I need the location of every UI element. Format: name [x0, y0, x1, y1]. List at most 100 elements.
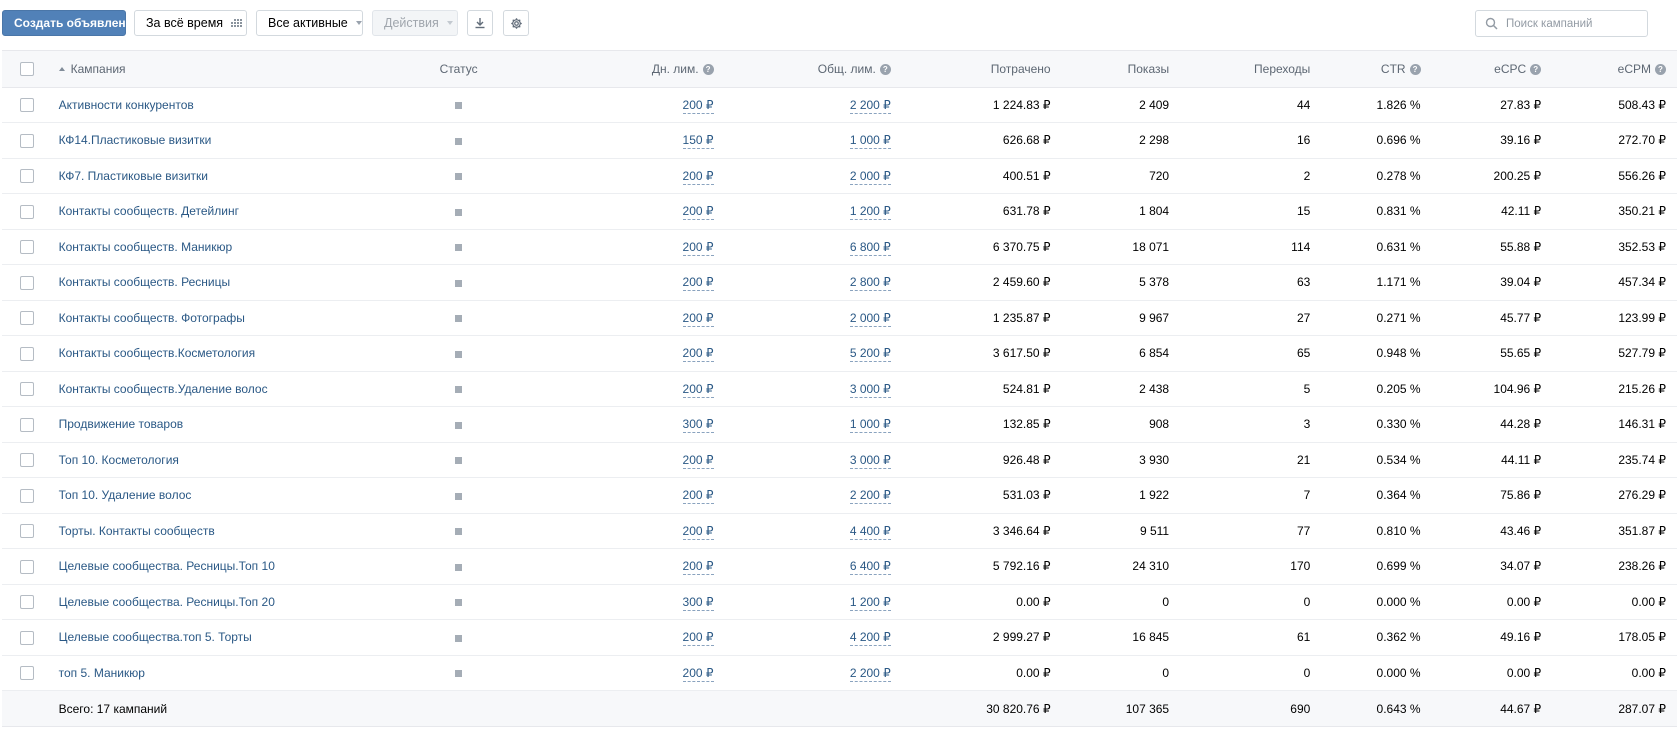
- header-ctr[interactable]: CTR?: [1321, 51, 1432, 88]
- campaign-name[interactable]: Топ 10. Удаление волос: [56, 477, 397, 514]
- daily-limit-link[interactable]: 200 ₽: [682, 239, 714, 256]
- help-icon[interactable]: ?: [879, 63, 891, 75]
- period-selector[interactable]: За всё время: [134, 10, 247, 36]
- campaign-name[interactable]: Контакты сообществ. Детейлинг: [56, 193, 397, 230]
- header-impressions[interactable]: Показы: [1061, 51, 1181, 88]
- daily-limit-link[interactable]: 200 ₽: [682, 204, 714, 221]
- total-limit-link[interactable]: 5 200 ₽: [849, 346, 891, 363]
- campaign-name[interactable]: Контакты сообществ. Маникюр: [56, 229, 397, 265]
- create-ad-button[interactable]: Создать объявление: [2, 10, 140, 36]
- daily-limit-link[interactable]: 200 ₽: [682, 381, 714, 398]
- row-checkbox[interactable]: [20, 98, 34, 113]
- row-checkbox[interactable]: [20, 453, 34, 468]
- daily-limit-link[interactable]: 200 ₽: [682, 452, 714, 469]
- row-checkbox[interactable]: [20, 559, 34, 574]
- header-total-limit[interactable]: Общ. лим.?: [724, 51, 902, 88]
- status-paused-icon[interactable]: [455, 315, 463, 323]
- total-limit-link[interactable]: 2 200 ₽: [849, 97, 891, 114]
- campaign-name[interactable]: Контакты сообществ.Косметология: [56, 335, 397, 372]
- row-checkbox[interactable]: [20, 133, 34, 148]
- campaign-name[interactable]: Контакты сообществ. Фотографы: [56, 300, 397, 336]
- daily-limit-link[interactable]: 200 ₽: [682, 630, 714, 647]
- status-paused-icon[interactable]: [455, 563, 463, 571]
- daily-limit-link[interactable]: 200 ₽: [682, 559, 714, 576]
- row-checkbox[interactable]: [20, 346, 34, 361]
- header-spent[interactable]: Потрачено: [901, 51, 1062, 88]
- header-ecpc[interactable]: eCPC?: [1431, 51, 1553, 88]
- daily-limit-link[interactable]: 200 ₽: [682, 168, 714, 185]
- status-paused-icon[interactable]: [455, 102, 463, 110]
- campaign-name[interactable]: КФ14.Пластиковые визитки: [56, 122, 397, 159]
- status-paused-icon[interactable]: [455, 208, 463, 216]
- campaign-name[interactable]: топ 5. Маникюр: [56, 655, 397, 691]
- row-checkbox[interactable]: [20, 240, 34, 255]
- total-limit-link[interactable]: 1 000 ₽: [849, 133, 891, 150]
- help-icon[interactable]: ?: [1655, 63, 1666, 75]
- campaign-name[interactable]: Топ 10. Косметология: [56, 442, 397, 478]
- header-clicks[interactable]: Переходы: [1180, 51, 1322, 88]
- select-all-checkbox[interactable]: [20, 62, 34, 77]
- settings-button[interactable]: [503, 10, 529, 36]
- total-limit-link[interactable]: 6 800 ₽: [849, 239, 891, 256]
- row-checkbox[interactable]: [20, 382, 34, 397]
- daily-limit-link[interactable]: 300 ₽: [682, 594, 714, 611]
- total-limit-link[interactable]: 3 000 ₽: [849, 452, 891, 469]
- status-paused-icon[interactable]: [455, 350, 463, 358]
- row-checkbox[interactable]: [20, 488, 34, 503]
- campaign-name[interactable]: Торты. Контакты сообществ: [56, 513, 397, 549]
- status-paused-icon[interactable]: [455, 457, 463, 465]
- total-limit-link[interactable]: 2 000 ₽: [849, 168, 891, 185]
- search-input[interactable]: [1504, 16, 1642, 31]
- header-campaign[interactable]: Кампания: [56, 51, 397, 88]
- total-limit-link[interactable]: 2 200 ₽: [849, 488, 891, 505]
- daily-limit-link[interactable]: 200 ₽: [682, 346, 714, 363]
- total-limit-link[interactable]: 4 400 ₽: [849, 523, 891, 540]
- status-paused-icon[interactable]: [455, 670, 463, 678]
- row-checkbox[interactable]: [20, 169, 34, 184]
- status-paused-icon[interactable]: [455, 173, 463, 181]
- help-icon[interactable]: ?: [702, 63, 714, 75]
- help-icon[interactable]: ?: [1409, 63, 1421, 75]
- daily-limit-link[interactable]: 200 ₽: [682, 523, 714, 540]
- total-limit-link[interactable]: 2 200 ₽: [849, 665, 891, 682]
- daily-limit-link[interactable]: 200 ₽: [682, 488, 714, 505]
- row-checkbox[interactable]: [20, 204, 34, 219]
- daily-limit-link[interactable]: 150 ₽: [682, 133, 714, 150]
- total-limit-link[interactable]: 2 800 ₽: [849, 275, 891, 292]
- total-limit-link[interactable]: 1 200 ₽: [849, 594, 891, 611]
- row-checkbox[interactable]: [20, 630, 34, 645]
- status-paused-icon[interactable]: [455, 421, 463, 429]
- daily-limit-link[interactable]: 200 ₽: [682, 97, 714, 114]
- campaign-name[interactable]: Контакты сообществ.Удаление волос: [56, 371, 397, 407]
- status-paused-icon[interactable]: [455, 279, 463, 287]
- row-checkbox[interactable]: [20, 417, 34, 432]
- status-paused-icon[interactable]: [455, 386, 463, 394]
- status-paused-icon[interactable]: [455, 599, 463, 607]
- campaign-name[interactable]: Целевые сообщества. Ресницы.Топ 10: [56, 548, 397, 585]
- total-limit-link[interactable]: 4 200 ₽: [849, 630, 891, 647]
- status-paused-icon[interactable]: [455, 137, 463, 145]
- campaign-name[interactable]: Продвижение товаров: [56, 406, 397, 443]
- campaign-name[interactable]: Активности конкурентов: [56, 87, 397, 123]
- total-limit-link[interactable]: 2 000 ₽: [849, 310, 891, 327]
- status-paused-icon[interactable]: [455, 492, 463, 500]
- header-daily-limit[interactable]: Дн. лим.?: [520, 51, 725, 88]
- row-checkbox[interactable]: [20, 275, 34, 290]
- total-limit-link[interactable]: 3 000 ₽: [849, 381, 891, 398]
- total-limit-link[interactable]: 1 000 ₽: [849, 417, 891, 434]
- status-paused-icon[interactable]: [455, 528, 463, 536]
- total-limit-link[interactable]: 1 200 ₽: [849, 204, 891, 221]
- campaign-name[interactable]: Контакты сообществ. Ресницы: [56, 264, 397, 301]
- campaign-name[interactable]: Целевые сообщества.топ 5. Торты: [56, 619, 397, 656]
- row-checkbox[interactable]: [20, 524, 34, 539]
- actions-dropdown[interactable]: Действия: [372, 10, 458, 36]
- row-checkbox[interactable]: [20, 595, 34, 610]
- campaign-name[interactable]: КФ7. Пластиковые визитки: [56, 158, 397, 194]
- status-paused-icon[interactable]: [455, 634, 463, 642]
- status-paused-icon[interactable]: [455, 244, 463, 252]
- campaign-name[interactable]: Целевые сообщества. Ресницы.Топ 20: [56, 584, 397, 620]
- daily-limit-link[interactable]: 200 ₽: [682, 665, 714, 682]
- total-limit-link[interactable]: 6 400 ₽: [849, 559, 891, 576]
- header-status[interactable]: Статус: [396, 51, 521, 88]
- header-ecpm[interactable]: eCPM?: [1552, 51, 1677, 88]
